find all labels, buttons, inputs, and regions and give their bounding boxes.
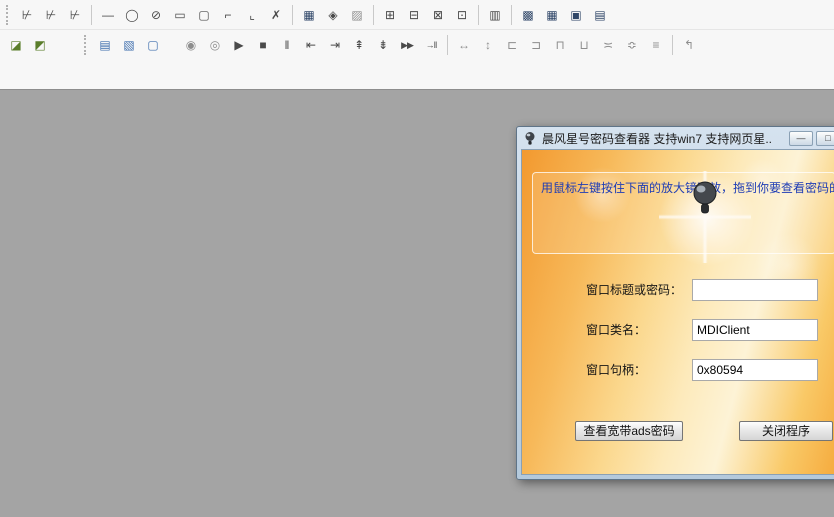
titlebar-buttons: — □ — [786, 131, 834, 146]
play-icon[interactable]: ▶ — [228, 34, 250, 56]
pattern-tool-icon[interactable]: ▨ — [346, 4, 368, 26]
window-title-or-password-input[interactable] — [692, 279, 818, 301]
bring-forward-icon[interactable]: ⊞ — [379, 4, 401, 26]
center-vertical-icon[interactable]: ≎ — [621, 34, 643, 56]
corner-tool-icon[interactable]: ⌐ — [217, 4, 239, 26]
picture-frame-icon[interactable]: ▣ — [565, 4, 587, 26]
titlebar[interactable]: 晨风星号密码查看器 支持win7 支持网页星... — □ — [517, 127, 834, 149]
space-vertical-icon[interactable]: ↕ — [477, 34, 499, 56]
go-end-icon[interactable]: →‖ — [420, 34, 442, 56]
stop-icon[interactable]: ■ — [252, 34, 274, 56]
instruction-box: 用鼠标左键按住下面的放大镜不放，拖到你要查看密码的 — [532, 172, 834, 254]
maximize-button[interactable]: □ — [816, 131, 834, 146]
app-icon — [523, 131, 537, 145]
toolbar-area: ⊬⊬⊬—◯⊘▭▢⌐⌞✗▦◈▨⊞⊟⊠⊡▥▩▦▣▤ ◪◩▤▧▢◉◎▶■‖⇤⇥⇞⇟▶▶… — [0, 0, 834, 90]
magnifier-icon[interactable] — [690, 180, 720, 216]
minimize-button[interactable]: — — [789, 131, 813, 146]
toolbar-separator — [478, 5, 479, 25]
align-top-icon[interactable]: ⊓ — [549, 34, 571, 56]
step-down-icon[interactable]: ⇟ — [372, 34, 394, 56]
fast-forward-icon[interactable]: ▶▶ — [396, 34, 418, 56]
ellipse-tool-icon[interactable]: ◯ — [121, 4, 143, 26]
field-label-title-or-password: 窗口标题或密码： — [586, 279, 682, 301]
connector-tool-icon[interactable]: ⊬ — [40, 4, 62, 26]
polyline-tool-icon[interactable]: ⌞ — [241, 4, 263, 26]
toolbar-row-2: ◪◩ ▤▧▢ ◉◎▶■‖⇤⇥⇞⇟▶▶→‖ ↔↕⊏⊐⊓⊔≍≎≡ ↰ — [0, 30, 834, 60]
tile-windows-icon[interactable]: ▧ — [118, 34, 140, 56]
picture-frame-icon[interactable]: ▦ — [541, 4, 563, 26]
stamp-tool-icon[interactable]: ◈ — [322, 4, 344, 26]
toolbar-separator — [292, 5, 293, 25]
send-backward-icon[interactable]: ⊟ — [403, 4, 425, 26]
center-horizontal-icon[interactable]: ≍ — [597, 34, 619, 56]
dialog-body: 用鼠标左键按住下面的放大镜不放，拖到你要查看密码的 窗口标题或密码： 窗口类名： — [521, 149, 834, 475]
align-bottom-icon[interactable]: ⊔ — [573, 34, 595, 56]
delete-tool-icon[interactable]: ✗ — [265, 4, 287, 26]
rounded-rectangle-tool-icon[interactable]: ▢ — [193, 4, 215, 26]
field-row-handle: 窗口句柄： — [522, 359, 834, 381]
bring-front-icon[interactable]: ⊠ — [427, 4, 449, 26]
speaker-icon[interactable]: ◉ — [180, 34, 202, 56]
instruction-text: 用鼠标左键按住下面的放大镜不放，拖到你要查看密码的 — [533, 173, 834, 196]
toolbar-grip[interactable] — [84, 35, 88, 55]
pause-icon[interactable]: ‖ — [276, 34, 298, 56]
toolbar-separator — [91, 5, 92, 25]
toolbar-grip[interactable] — [6, 5, 10, 25]
window-class-name-input[interactable] — [692, 319, 818, 341]
picture-frame-icon[interactable]: ▤ — [589, 4, 611, 26]
toolbar-separator — [447, 35, 448, 55]
copy-style-icon[interactable]: ◩ — [29, 34, 51, 56]
step-forward-icon[interactable]: ⇥ — [324, 34, 346, 56]
toolbar-gap — [165, 45, 179, 46]
rectangle-tool-icon[interactable]: ▭ — [169, 4, 191, 26]
paste-special-icon[interactable]: ◪ — [5, 34, 27, 56]
columns-icon[interactable]: ▥ — [484, 4, 506, 26]
window-handle-input[interactable] — [692, 359, 818, 381]
align-left-icon[interactable]: ⊏ — [501, 34, 523, 56]
password-viewer-window: 晨风星号密码查看器 支持win7 支持网页星... — □ 用鼠标左键按住下面的… — [516, 126, 834, 480]
field-row-class-name: 窗口类名： — [522, 319, 834, 341]
toolbar-gap — [52, 45, 82, 46]
screen: ⊬⊬⊬—◯⊘▭▢⌐⌞✗▦◈▨⊞⊟⊠⊡▥▩▦▣▤ ◪◩▤▧▢◉◎▶■‖⇤⇥⇞⇟▶▶… — [0, 0, 834, 517]
cascade-windows-icon[interactable]: ▤ — [94, 34, 116, 56]
view-adsl-password-button[interactable]: 查看宽带ads密码 — [575, 421, 683, 441]
line-tool-icon[interactable]: — — [97, 4, 119, 26]
toolbar-separator — [672, 35, 673, 55]
new-window-icon[interactable]: ▢ — [142, 34, 164, 56]
toolbar-separator — [511, 5, 512, 25]
picture-frame-icon[interactable]: ▩ — [517, 4, 539, 26]
connector-tool-icon[interactable]: ⊬ — [16, 4, 38, 26]
field-label-handle: 窗口句柄： — [586, 359, 646, 381]
align-right-icon[interactable]: ⊐ — [525, 34, 547, 56]
image-tool-icon[interactable]: ▦ — [298, 4, 320, 26]
no-fill-icon[interactable]: ⊘ — [145, 4, 167, 26]
mute-icon[interactable]: ◎ — [204, 34, 226, 56]
toolbar-row-1: ⊬⊬⊬—◯⊘▭▢⌐⌞✗▦◈▨⊞⊟⊠⊡▥▩▦▣▤ — [0, 0, 834, 30]
return-icon[interactable]: ↰ — [678, 34, 700, 56]
connector-tool-icon[interactable]: ⊬ — [64, 4, 86, 26]
distribute-icon[interactable]: ≡ — [645, 34, 667, 56]
window-title: 晨风星号密码查看器 支持win7 支持网页星... — [542, 130, 772, 147]
field-label-class-name: 窗口类名： — [586, 319, 646, 341]
space-horizontal-icon[interactable]: ↔ — [453, 34, 475, 56]
close-program-button[interactable]: 关闭程序 — [739, 421, 833, 441]
step-up-icon[interactable]: ⇞ — [348, 34, 370, 56]
field-row-title-or-password: 窗口标题或密码： — [522, 279, 834, 301]
step-back-icon[interactable]: ⇤ — [300, 34, 322, 56]
send-back-icon[interactable]: ⊡ — [451, 4, 473, 26]
toolbar-separator — [373, 5, 374, 25]
